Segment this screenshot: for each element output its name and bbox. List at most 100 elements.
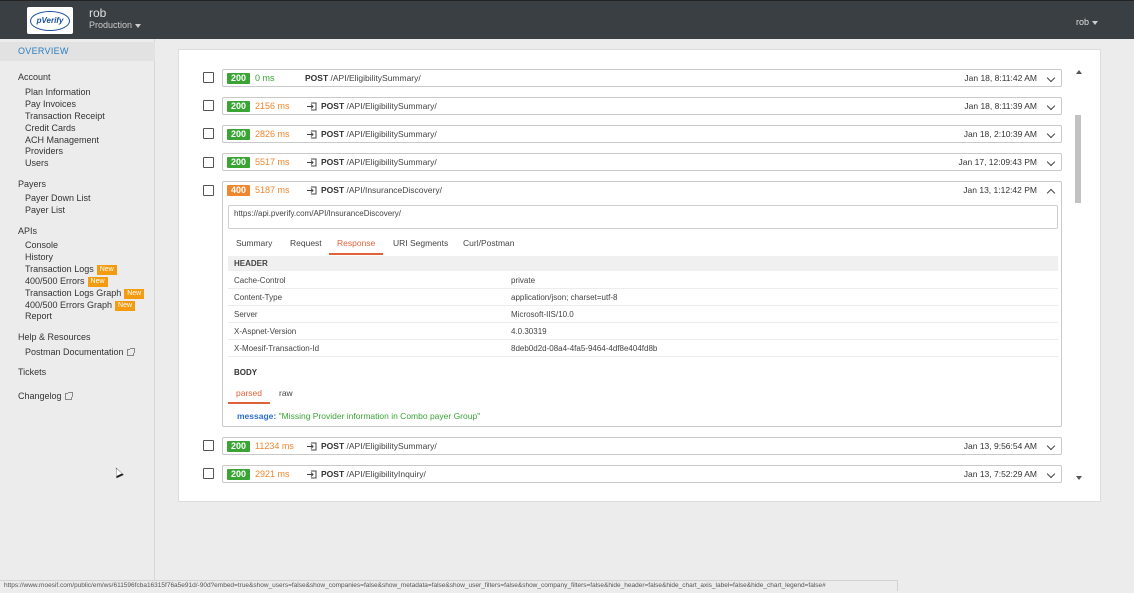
- timestamp: Jan 18, 2:10:39 AM: [963, 129, 1037, 139]
- log-row[interactable]: 200 2921 ms POST /API/EligibilityInquiry…: [222, 465, 1062, 483]
- http-method: POST: [321, 441, 345, 451]
- caret-down-icon: [135, 23, 142, 28]
- header-key: X-Aspnet-Version: [234, 327, 297, 336]
- status-badge: 200: [227, 441, 251, 452]
- sidebar-section-help-resources[interactable]: Help & Resources: [18, 332, 91, 342]
- sidebar-item-label: Transaction Logs: [25, 264, 94, 274]
- sidebar-item-plan-information[interactable]: Plan Information: [25, 87, 91, 97]
- sidebar-item-label: Postman Documentation: [25, 347, 124, 357]
- expanded-log-entry: 400 5187 ms POST /API/InsuranceDiscovery…: [222, 181, 1062, 427]
- sidebar-item-report[interactable]: Report: [25, 311, 52, 321]
- pverify-logo[interactable]: pVerify: [27, 7, 73, 34]
- environment-selector[interactable]: Production: [89, 20, 142, 31]
- duration-label: 2156 ms: [255, 101, 290, 111]
- tab-raw[interactable]: raw: [272, 386, 300, 404]
- log-row[interactable]: 400 5187 ms POST /API/InsuranceDiscovery…: [223, 182, 1061, 200]
- sidebar-section-payers[interactable]: Payers: [18, 179, 46, 189]
- sidebar-item-providers[interactable]: Providers: [25, 146, 63, 156]
- sidebar-item-ach-management[interactable]: ACH Management: [25, 135, 99, 145]
- response-header-title: HEADER: [228, 256, 1058, 271]
- sidebar-item-transaction-logs[interactable]: Transaction Logs New: [25, 264, 117, 275]
- scrollbar-thumb[interactable]: [1075, 115, 1081, 203]
- sidebar-item-400-500-errors[interactable]: 400/500 Errors New: [25, 276, 108, 287]
- header-row: Content-Type application/json; charset=u…: [228, 289, 1058, 306]
- header-key: Server: [234, 310, 258, 319]
- row-checkbox[interactable]: [203, 100, 214, 111]
- scroll-up-arrow-icon[interactable]: [1076, 70, 1082, 74]
- http-method: POST: [321, 157, 345, 167]
- tab-uri-segments[interactable]: URI Segments: [385, 234, 456, 255]
- account-name: rob: [89, 6, 107, 20]
- timestamp: Jan 13, 1:12:42 PM: [963, 185, 1037, 195]
- chevron-down-icon[interactable]: [1046, 101, 1056, 111]
- sidebar-item-400-500-errors-graph[interactable]: 400/500 Errors Graph New: [25, 300, 136, 311]
- tab-response[interactable]: Response: [329, 234, 384, 255]
- duration-label: 5517 ms: [255, 157, 290, 167]
- log-list-scrollbar[interactable]: [1073, 68, 1083, 482]
- timestamp: Jan 17, 12:09:43 PM: [958, 157, 1037, 167]
- chevron-up-icon[interactable]: [1046, 188, 1056, 198]
- row-checkbox[interactable]: [203, 440, 214, 451]
- incoming-request-icon: [307, 158, 317, 167]
- tab-request[interactable]: Request: [282, 234, 330, 255]
- tab-summary[interactable]: Summary: [228, 234, 280, 255]
- new-badge: New: [96, 264, 117, 275]
- sidebar-item-credit-cards[interactable]: Credit Cards: [25, 123, 76, 133]
- sidebar-item-payer-down-list[interactable]: Payer Down List: [25, 193, 91, 203]
- sidebar-section-account[interactable]: Account: [18, 72, 51, 82]
- sidebar-item-console[interactable]: Console: [25, 240, 58, 250]
- sidebar-item-postman-documentation[interactable]: Postman Documentation: [25, 347, 135, 357]
- sidebar-item-tickets[interactable]: Tickets: [18, 367, 46, 377]
- request-path: /API/EligibilitySummary/: [330, 73, 421, 83]
- sidebar-item-history[interactable]: History: [25, 252, 53, 262]
- row-checkbox[interactable]: [203, 72, 214, 83]
- request-url-field[interactable]: https://api.pverify.com/API/InsuranceDis…: [228, 205, 1058, 229]
- sidebar-item-overview[interactable]: OVERVIEW: [0, 42, 155, 61]
- tab-curl-postman[interactable]: Curl/Postman: [455, 234, 523, 255]
- new-badge: New: [115, 300, 136, 311]
- sidebar-item-users[interactable]: Users: [25, 158, 49, 168]
- chevron-down-icon[interactable]: [1046, 441, 1056, 451]
- chevron-down-icon[interactable]: [1046, 157, 1056, 167]
- sidebar-item-payer-list[interactable]: Payer List: [25, 205, 65, 215]
- http-method: POST: [321, 101, 345, 111]
- row-checkbox[interactable]: [203, 468, 214, 479]
- row-checkbox[interactable]: [203, 128, 214, 139]
- chevron-down-icon[interactable]: [1046, 73, 1056, 83]
- log-row[interactable]: 200 2156 ms POST /API/EligibilitySummary…: [222, 97, 1062, 115]
- tab-parsed[interactable]: parsed: [228, 386, 270, 404]
- sidebar-item-changelog[interactable]: Changelog: [18, 391, 73, 401]
- response-message: message: "Missing Provider information i…: [237, 411, 480, 421]
- chevron-down-icon[interactable]: [1046, 129, 1056, 139]
- header-row: X-Moesif-Transaction-Id 8deb0d2d-08a4-4f…: [228, 340, 1058, 357]
- row-checkbox[interactable]: [203, 185, 214, 196]
- new-badge: New: [124, 288, 145, 299]
- sidebar-item-label: 400/500 Errors: [25, 276, 85, 286]
- log-row[interactable]: 200 11234 ms POST /API/EligibilitySummar…: [222, 437, 1062, 455]
- header-value: Microsoft-IIS/10.0: [511, 310, 574, 319]
- scroll-down-arrow-icon[interactable]: [1076, 476, 1082, 480]
- request-path: /API/EligibilitySummary/: [346, 157, 437, 167]
- sidebar-section-apis[interactable]: APIs: [18, 226, 37, 236]
- logo-text: pVerify: [30, 10, 70, 31]
- user-menu-label: rob: [1075, 17, 1089, 27]
- row-checkbox[interactable]: [203, 157, 214, 168]
- status-badge: 200: [227, 101, 251, 112]
- request-path: /API/EligibilitySummary/: [346, 441, 437, 451]
- http-method: POST: [321, 185, 345, 195]
- chevron-down-icon[interactable]: [1046, 469, 1056, 479]
- new-badge: New: [87, 276, 108, 287]
- sidebar-item-transaction-receipt[interactable]: Transaction Receipt: [25, 111, 105, 121]
- sidebar-item-pay-invoices[interactable]: Pay Invoices: [25, 99, 76, 109]
- http-method: POST: [321, 129, 345, 139]
- user-menu[interactable]: rob: [1076, 17, 1098, 27]
- sidebar-item-transaction-logs-graph[interactable]: Transaction Logs Graph New: [25, 288, 145, 299]
- log-row[interactable]: 200 0 ms POST /API/EligibilitySummary/ J…: [222, 69, 1062, 87]
- log-row[interactable]: 200 5517 ms POST /API/EligibilitySummary…: [222, 153, 1062, 171]
- request-line: POST /API/EligibilitySummary/: [321, 157, 437, 168]
- browser-status-url: https://www.moesif.com/public/em/ws/6115…: [0, 580, 898, 591]
- account-switcher[interactable]: rob Production: [89, 6, 142, 31]
- status-badge: 200: [227, 73, 251, 84]
- header-value: 4.0.30319: [511, 327, 547, 336]
- log-row[interactable]: 200 2826 ms POST /API/EligibilitySummary…: [222, 125, 1062, 143]
